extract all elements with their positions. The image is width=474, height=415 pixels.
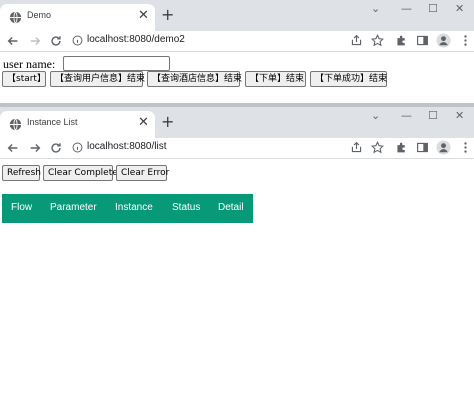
tab-search-icon[interactable]: ⌄ [371,109,380,123]
side-panel-icon[interactable] [416,141,429,154]
tab-demo[interactable]: Demo ✕ [0,4,155,31]
address-bar[interactable]: localhost:8080/demo2 [87,34,185,45]
tab-title: Instance List [27,117,78,127]
profile-avatar-icon[interactable] [436,33,451,48]
back-arrow-icon[interactable] [6,34,20,48]
address-bar[interactable]: localhost:8080/list [87,141,167,152]
tab-close-icon[interactable]: ✕ [138,115,149,131]
bookmark-star-icon[interactable] [371,34,384,47]
tab-strip: Instance List ✕ + ⌄ — ☐ ✕ [0,107,474,138]
minimize-icon[interactable]: — [401,2,412,16]
new-tab-button[interactable]: + [161,113,174,131]
window-close-icon[interactable]: ✕ [455,2,464,16]
user-name-label: user name: [3,57,56,71]
column-header-detail: Detail [218,202,244,213]
site-info-icon[interactable] [72,142,83,153]
maximize-icon[interactable]: ☐ [428,109,438,123]
order-button[interactable]: 【下单】结束 [245,71,306,87]
profile-avatar-icon[interactable] [436,140,451,155]
column-header-status: Status [172,202,201,213]
back-arrow-icon[interactable] [6,141,20,155]
browser-window-demo: Demo ✕ + ⌄ — ☐ ✕ localhost:8080/demo2 us… [0,0,474,103]
reload-icon[interactable] [49,141,63,155]
bookmark-star-icon[interactable] [371,141,384,154]
kebab-menu-icon[interactable] [459,141,472,154]
minimize-icon[interactable]: — [401,109,412,123]
clear-error-button[interactable]: Clear Error [116,165,169,181]
tab-search-icon[interactable]: ⌄ [371,2,380,16]
new-tab-button[interactable]: + [161,6,174,24]
window-close-icon[interactable]: ✕ [455,109,464,123]
forward-arrow-icon[interactable] [28,141,42,155]
forward-arrow-icon[interactable] [28,34,42,48]
query-hotel-info-button[interactable]: 【查询酒店信息】结束 [147,71,242,87]
column-header-flow: Flow [11,202,33,213]
globe-icon [9,11,22,24]
column-header-instance: Instance [115,202,153,213]
tab-strip: Demo ✕ + ⌄ — ☐ ✕ [0,0,474,31]
globe-icon [9,118,22,131]
side-panel-icon[interactable] [416,34,429,47]
browser-toolbar: localhost:8080/list [0,138,474,159]
share-icon[interactable] [350,34,363,47]
query-user-info-button[interactable]: 【查询用户信息】结束 [50,71,145,87]
browser-toolbar: localhost:8080/demo2 [0,31,474,52]
refresh-button[interactable]: Refresh [2,165,41,181]
column-header-parameter: Parameter [50,202,97,213]
tab-close-icon[interactable]: ✕ [138,8,149,24]
extensions-puzzle-icon[interactable] [395,141,408,154]
user-name-input[interactable] [63,56,170,71]
kebab-menu-icon[interactable] [459,34,472,47]
tab-title: Demo [27,10,52,20]
site-info-icon[interactable] [72,35,83,46]
instance-table-header: Flow Parameter Instance Status Detail [2,194,253,223]
clear-complete-button[interactable]: Clear Complete [43,165,118,181]
share-icon[interactable] [350,141,363,154]
browser-window-instance-list: Instance List ✕ + ⌄ — ☐ ✕ localhost:8080… [0,107,474,415]
start-button[interactable]: 【start】 [2,71,46,87]
reload-icon[interactable] [49,34,63,48]
tab-instance-list[interactable]: Instance List ✕ [0,111,155,138]
maximize-icon[interactable]: ☐ [428,2,438,16]
extensions-puzzle-icon[interactable] [395,34,408,47]
order-success-button[interactable]: 【下单成功】结束 [310,71,387,87]
